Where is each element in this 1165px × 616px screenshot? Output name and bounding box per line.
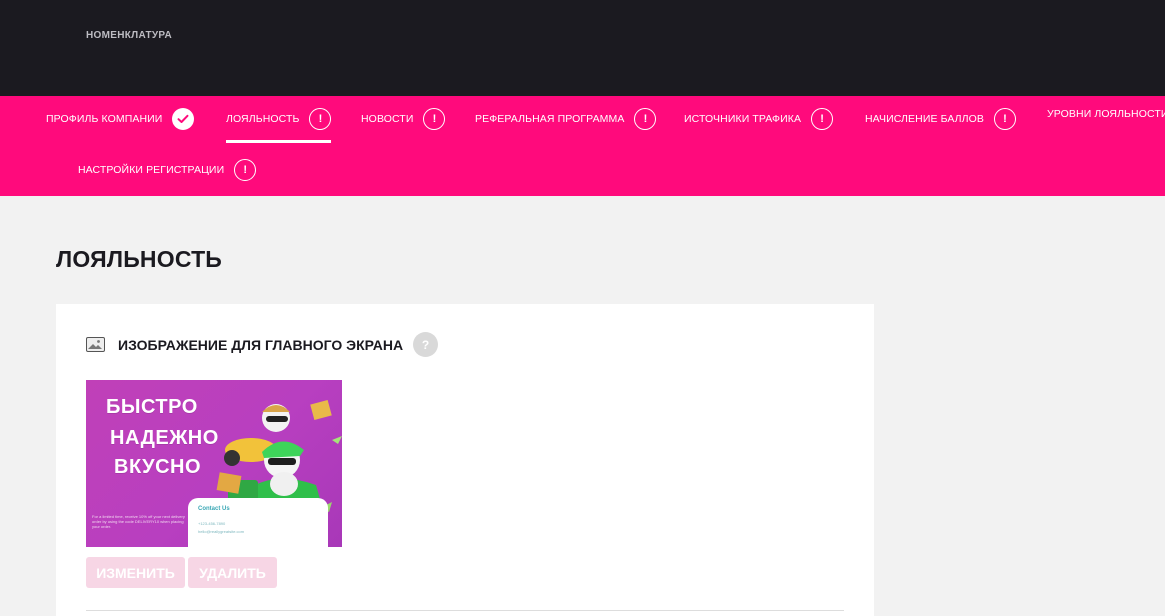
tab-company-profile[interactable]: ПРОФИЛЬ КОМПАНИИ [46,108,195,130]
tab-loyalty-levels[interactable]: УРОВНИ ЛОЯЛЬНОСТИ [1047,108,1165,120]
top-header: НОМЕНКЛАТУРА [0,0,1165,96]
nav-link-nomenclature[interactable]: НОМЕНКЛАТУРА [86,30,172,41]
tab-label: НОВОСТИ [361,113,414,125]
banner-contact-title: Contact Us [198,506,230,512]
tab-label: НАЧИСЛЕНИЕ БАЛЛОВ [865,113,985,125]
warning-icon: ! [994,108,1017,130]
change-image-button[interactable]: ИЗМЕНИТЬ [86,557,185,588]
banner-contact-phone: +123-456-7890 [198,521,226,526]
help-icon[interactable]: ? [413,332,439,357]
tab-label: ПРОФИЛЬ КОМПАНИИ [46,113,163,125]
warning-icon: ! [423,108,446,130]
divider [86,610,844,611]
tab-news[interactable]: НОВОСТИ ! [361,108,446,130]
tab-traffic-sources[interactable]: ИСТОЧНИКИ ТРАФИКА ! [684,108,834,130]
banner-contact-email: hello@reallygreatsite.com [198,529,245,534]
section-title: ИЗОБРАЖЕНИЕ ДЛЯ ГЛАВНОГО ЭКРАНА [118,336,404,353]
tab-label: РЕФЕРАЛЬНАЯ ПРОГРАММА [475,113,625,125]
active-tab-underline [226,140,332,143]
tab-label: НАСТРОЙКИ РЕГИСТРАЦИИ [78,164,225,176]
warning-icon: ! [234,159,257,181]
page-title: ЛОЯЛЬНОСТЬ [56,246,223,272]
main-image-card: ИЗОБРАЖЕНИЕ ДЛЯ ГЛАВНОГО ЭКРАНА ? БЫСТРО… [56,304,874,616]
tab-loyalty[interactable]: ЛОЯЛЬНОСТЬ ! [226,108,332,143]
warning-icon: ! [309,108,332,130]
tab-points-accrual[interactable]: НАЧИСЛЕНИЕ БАЛЛОВ ! [865,108,1017,130]
banner-fine-print: For a limited time, receive 10% off your… [92,514,185,529]
tab-label: ЛОЯЛЬНОСТЬ [226,113,300,125]
check-icon [172,108,195,130]
warning-icon: ! [811,108,834,130]
tabs-bar: ПРОФИЛЬ КОМПАНИИ ЛОЯЛЬНОСТЬ ! НОВОСТИ ! … [0,96,1165,196]
tab-registration-settings[interactable]: НАСТРОЙКИ РЕГИСТРАЦИИ ! [78,159,257,181]
tab-label: ИСТОЧНИКИ ТРАФИКА [684,113,802,125]
image-icon [86,337,105,352]
tab-referral-program[interactable]: РЕФЕРАЛЬНАЯ ПРОГРАММА ! [475,108,657,130]
delete-image-button[interactable]: УДАЛИТЬ [188,557,277,588]
warning-icon: ! [634,108,657,130]
tab-label: УРОВНИ ЛОЯЛЬНОСТИ [1047,108,1165,120]
section-header: ИЗОБРАЖЕНИЕ ДЛЯ ГЛАВНОГО ЭКРАНА ? [86,332,439,357]
banner-preview-image: БЫСТРО НАДЕЖНО ВКУСНО For a limited time… [86,380,342,547]
banner-contact-card: Contact Us +123-456-7890 hello@reallygre… [188,498,328,547]
